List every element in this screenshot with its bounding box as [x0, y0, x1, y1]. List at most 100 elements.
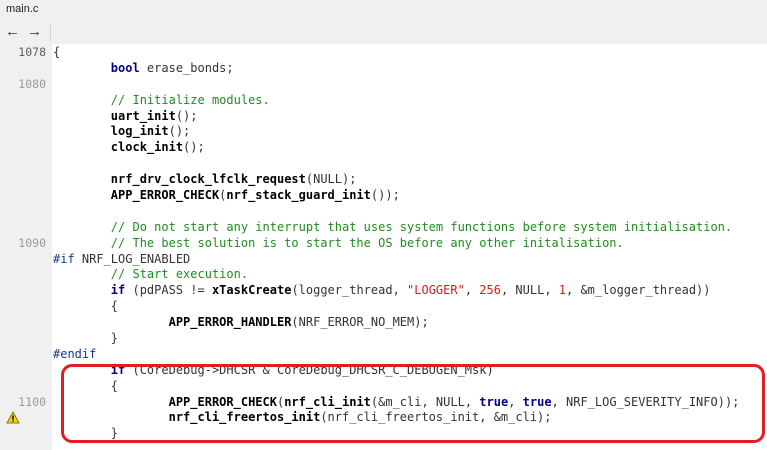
token-fn: APP_ERROR_CHECK: [168, 394, 277, 409]
token-p: [53, 267, 111, 281]
token-kw: if: [110, 362, 126, 377]
token-p: [53, 93, 111, 107]
code-text: APP_ERROR_CHECK(nrf_cli_init(&m_cli, NUL…: [53, 394, 740, 411]
file-tab[interactable]: main.c: [6, 3, 38, 15]
token-fn: clock_init: [110, 140, 184, 155]
code-line: clock_init();: [0, 140, 767, 156]
token-cm: // Initialize modules.: [110, 92, 270, 107]
token-p: ());: [370, 188, 400, 203]
code-text: // Start execution.: [53, 267, 248, 283]
token-p: [53, 236, 111, 250]
code-line: 1078 {: [0, 45, 767, 61]
token-pp: #if: [53, 251, 75, 266]
token-kw: bool: [110, 60, 140, 75]
code-line: {: [0, 299, 767, 315]
token-kw: true: [522, 394, 552, 409]
code-text: APP_ERROR_HANDLER(NRF_ERROR_NO_MEM);: [53, 315, 429, 331]
line-number: 1080: [18, 76, 46, 91]
token-fn: log_init: [110, 124, 169, 139]
token-p: (pdPASS !=: [125, 283, 212, 298]
code-line: APP_ERROR_HANDLER(NRF_ERROR_NO_MEM);: [0, 315, 767, 331]
code-text: nrf_cli_freertos_init(nrf_cli_freertos_i…: [53, 410, 552, 426]
token-p: [53, 61, 111, 75]
code-line: 1090 // The best solution is to start th…: [0, 236, 767, 252]
token-kw: true: [479, 394, 509, 409]
token-p: [53, 188, 111, 202]
code-line: nrf_cli_freertos_init(nrf_cli_freertos_i…: [0, 410, 767, 426]
code-line: log_init();: [0, 124, 767, 140]
token-fn: nrf_cli_init: [284, 394, 371, 409]
token-p: [53, 283, 111, 297]
token-fn: uart_init: [110, 108, 176, 123]
code-line: #endif: [0, 347, 767, 363]
code-text: nrf_drv_clock_lfclk_request(NULL);: [53, 172, 357, 188]
code-text: bool erase_bonds;: [53, 61, 234, 77]
token-kw: if: [110, 283, 126, 298]
code-line: // Initialize modules.: [0, 93, 767, 109]
token-p: ,: [508, 394, 523, 409]
token-numlit: 1: [558, 283, 566, 298]
forward-arrow-icon[interactable]: →: [27, 24, 42, 40]
line-number: 1078: [18, 45, 46, 59]
token-p: (NRF_ERROR_NO_MEM);: [291, 315, 429, 330]
code-line: #if NRF_LOG_ENABLED: [0, 252, 767, 268]
line-number: 1100: [18, 394, 46, 409]
token-p: (nrf_cli_freertos_init, &m_cli);: [320, 410, 552, 425]
code-line: 1080: [0, 77, 767, 93]
token-p: ();: [168, 124, 191, 139]
token-p: [53, 363, 111, 377]
token-p: ,: [464, 283, 480, 298]
token-p: , NULL,: [500, 283, 559, 298]
token-pp: #endif: [53, 346, 97, 361]
code-line: if (pdPASS != xTaskCreate(logger_thread,…: [0, 283, 767, 299]
token-p: ();: [175, 108, 198, 123]
token-p: [53, 109, 111, 123]
warning-icon[interactable]: [6, 411, 20, 424]
token-p: {: [53, 45, 61, 59]
toolbar-divider: [50, 23, 51, 41]
code-line: // Start execution.: [0, 267, 767, 283]
code-line: }: [0, 331, 767, 347]
code-text: if (CoreDebug->DHCSR & CoreDebug_DHCSR_C…: [53, 363, 494, 379]
token-fn: xTaskCreate: [211, 283, 292, 298]
code-line: }: [0, 426, 767, 442]
token-cm: // Start execution.: [110, 267, 249, 282]
token-fn: nrf_cli_freertos_init: [168, 410, 321, 425]
code-text: // Initialize modules.: [53, 93, 270, 109]
back-arrow-icon[interactable]: ←: [5, 24, 20, 40]
code-text: log_init();: [53, 124, 190, 140]
code-text: if (pdPASS != xTaskCreate(logger_thread,…: [53, 283, 711, 299]
token-p: [53, 220, 111, 234]
token-p: [53, 315, 169, 329]
code-text: // The best solution is to start the OS …: [53, 236, 624, 252]
token-p: [53, 395, 169, 409]
code-text: uart_init();: [53, 109, 198, 125]
code-text: APP_ERROR_CHECK(nrf_stack_guard_init());: [53, 188, 400, 204]
code-line: uart_init();: [0, 109, 767, 125]
token-p: ();: [183, 140, 205, 155]
token-p: NRF_LOG_ENABLED: [74, 251, 191, 266]
code-text: #endif: [53, 347, 96, 363]
line-number: 1090: [18, 235, 46, 250]
code-lines: 1078 { bool erase_bonds; 1080 // Initializ…: [0, 45, 767, 442]
code-text: #if NRF_LOG_ENABLED: [53, 252, 190, 268]
token-p: [53, 140, 111, 154]
code-text: }: [53, 426, 118, 442]
token-p: , &m_logger_thread)): [566, 283, 711, 298]
code-text: // Do not start any interrupt that uses …: [53, 220, 732, 236]
token-p: [53, 172, 111, 186]
code-text: }: [53, 331, 118, 347]
code-line: {: [0, 379, 767, 395]
token-cm: // Do not start any interrupt that uses …: [110, 219, 733, 234]
code-line: 1100 APP_ERROR_CHECK(nrf_cli_init(&m_cli…: [0, 395, 767, 411]
token-fn: nrf_drv_clock_lfclk_request: [110, 172, 306, 187]
token-p: [53, 124, 111, 138]
code-line: bool erase_bonds;: [0, 61, 767, 77]
token-p: }: [53, 331, 119, 346]
token-p: (logger_thread,: [291, 283, 408, 298]
token-fn: APP_ERROR_CHECK: [110, 188, 220, 203]
code-line: // Do not start any interrupt that uses …: [0, 220, 767, 236]
code-text: {: [53, 379, 118, 395]
code-line: if (CoreDebug->DHCSR & CoreDebug_DHCSR_C…: [0, 363, 767, 379]
